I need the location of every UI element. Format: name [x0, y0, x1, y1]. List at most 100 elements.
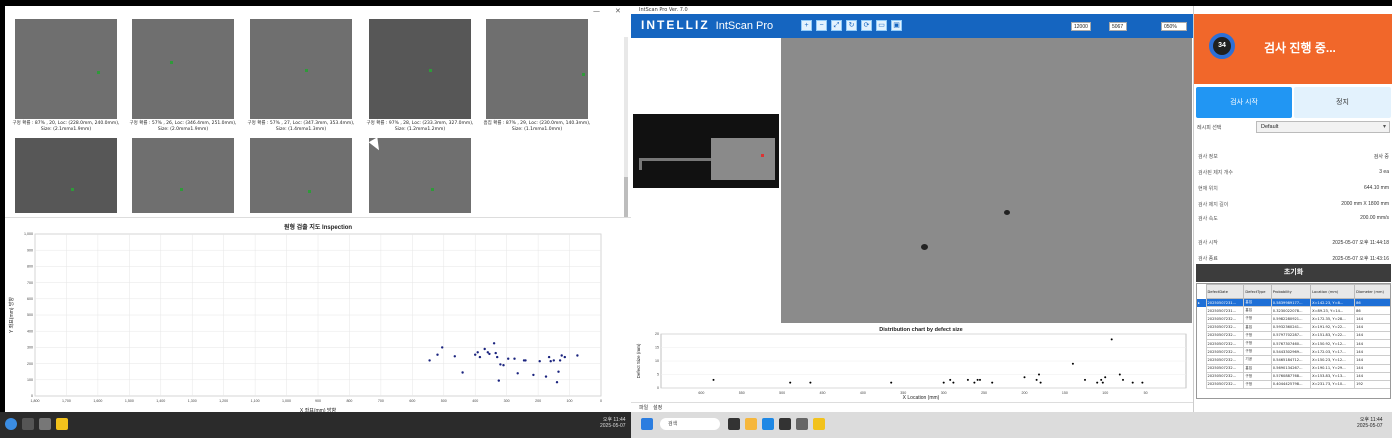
height-field[interactable]: 5067 — [1109, 22, 1127, 31]
defect-thumbnail[interactable] — [132, 138, 234, 213]
column-header[interactable]: Probability — [1270, 284, 1312, 299]
table-row[interactable]: 20250507232... 구멍 0.5443302969... X=172.03,… — [1197, 347, 1390, 357]
column-header[interactable]: Location (mm) — [1310, 284, 1356, 299]
zoom-out-icon[interactable]: − — [816, 20, 827, 31]
table-cell: 144 — [1354, 355, 1390, 365]
table-row[interactable]: 20250507232... 기공 0.5465184712... X=150.23,… — [1197, 355, 1390, 365]
column-header[interactable]: Diameter (mm) — [1354, 284, 1390, 299]
table-row[interactable]: 20250507232... 흠집 0.5690134267... X=190.11,… — [1197, 363, 1390, 373]
windows-start-icon[interactable] — [641, 418, 653, 430]
gallery-scrollbar[interactable] — [624, 37, 628, 222]
rotate-icon[interactable]: ↻ — [846, 20, 857, 31]
app-icon[interactable] — [796, 418, 808, 430]
table-row[interactable]: 20250507232... 구멍 0.5767307460... X=150.92,… — [1197, 338, 1390, 349]
row-indicator-header — [1197, 284, 1206, 299]
start-inspection-button[interactable]: 검사 시작 — [1196, 87, 1292, 118]
table-cell: 20250507232... — [1205, 322, 1245, 332]
scan-image-viewer[interactable] — [781, 38, 1192, 323]
table-row[interactable]: 20250507232... 구멍 0.4044425798... X=231.73,… — [1197, 379, 1390, 390]
defect-thumbnail[interactable] — [486, 19, 588, 119]
data-point — [478, 355, 482, 359]
stop-button[interactable]: 정지 — [1294, 87, 1391, 118]
info-key: 검사 시작 — [1198, 240, 1218, 246]
thumbnail-caption: 구멍 확률 : 57% , 26, Loc: (346.4mm, 251.0mm… — [129, 121, 237, 132]
x-tick-label: 100 — [1102, 391, 1108, 395]
data-point — [436, 353, 439, 356]
table-row[interactable]: 20250507232... 구멍 0.5982280921... X=172.35,… — [1197, 314, 1390, 324]
star-app-icon[interactable] — [56, 418, 68, 430]
row-indicator: ▸ — [1197, 298, 1206, 307]
minimize-button[interactable]: — — [593, 7, 600, 15]
defect-marker — [431, 188, 434, 191]
width-field[interactable]: 12000 — [1071, 22, 1091, 31]
table-cell: 20250507232... — [1205, 371, 1245, 381]
data-point — [809, 381, 812, 384]
table-cell: X=153.83, Y=13... — [1310, 371, 1356, 381]
table-row[interactable]: 20250507232... 흠집 0.5932360241... X=191.92,… — [1197, 322, 1390, 332]
table-row[interactable]: 20250507231... 흠집 0.3230022078... X=89.23, … — [1197, 306, 1390, 316]
app-icon[interactable] — [22, 418, 34, 430]
start-icon[interactable] — [5, 418, 17, 430]
column-header[interactable]: DefectDate — [1205, 284, 1245, 299]
browser-icon[interactable] — [762, 418, 774, 430]
clock-date: 2025-05-07 — [600, 423, 626, 429]
data-point — [1118, 373, 1121, 376]
table-row[interactable]: 20250507232... 구멍 0.5797702287... X=151.83,… — [1197, 330, 1390, 340]
chart-title: 원형 검출 지도 Inspection — [284, 223, 352, 231]
data-point — [461, 371, 464, 374]
star-app-icon[interactable] — [813, 418, 825, 430]
table-row[interactable]: ▸ 20250507231... 흠집 0.5839989177... X=142.23… — [1197, 297, 1390, 308]
defect-thumbnail[interactable] — [369, 138, 471, 213]
recipe-select[interactable]: Default ▾ — [1256, 121, 1390, 133]
y-tick-label: 600 — [27, 297, 33, 301]
defect-thumbnail[interactable] — [250, 19, 352, 119]
defect-thumbnail[interactable] — [132, 19, 234, 119]
zoom-select[interactable]: 050% — [1161, 22, 1187, 31]
app-icon[interactable] — [39, 418, 51, 430]
data-point — [1035, 378, 1038, 381]
tab-file[interactable]: 파일 — [639, 404, 648, 411]
table-cell: 0.5760887768... — [1270, 371, 1312, 381]
x-tick-label: 550 — [739, 391, 745, 395]
image-icon[interactable]: ▣ — [891, 20, 902, 31]
x-tick-label: 1,600 — [93, 399, 102, 403]
crop-icon[interactable]: ▭ — [876, 20, 887, 31]
y-tick-label: 900 — [27, 248, 33, 252]
taskview-icon[interactable] — [728, 418, 740, 430]
fit-screen-icon[interactable]: ⤢ — [831, 20, 842, 31]
reset-button[interactable]: 초기화 — [1196, 264, 1391, 282]
data-point — [1100, 378, 1103, 381]
zoom-in-icon[interactable]: + — [801, 20, 812, 31]
defect-marker — [180, 188, 183, 191]
defect-thumbnail[interactable] — [369, 19, 471, 119]
cable — [639, 158, 711, 161]
tab-settings[interactable]: 설정 — [653, 404, 662, 411]
column-header[interactable]: DefectType — [1243, 284, 1272, 299]
scrollbar-thumb[interactable] — [624, 177, 628, 222]
row-indicator — [1197, 314, 1206, 324]
table-cell: 20250507232... — [1205, 363, 1245, 373]
table-cell: 20250507231... — [1205, 306, 1245, 316]
data-point — [544, 375, 548, 378]
defect-thumbnail[interactable] — [15, 138, 117, 213]
table-cell: X=231.73, Y=10... — [1310, 379, 1356, 390]
x-tick-label: 450 — [820, 391, 826, 395]
info-key: 검사 종료 — [1198, 256, 1218, 262]
x-tick-label: 1,400 — [156, 399, 165, 403]
status-text: 검사 진행 중... — [1264, 41, 1336, 55]
app-icon[interactable] — [779, 418, 791, 430]
defect-thumbnail[interactable] — [250, 138, 352, 213]
data-point — [560, 354, 563, 357]
close-button[interactable]: ✕ — [615, 7, 621, 15]
info-row: 검사된 제지 개수 3 ea — [1194, 168, 1392, 177]
table-row[interactable]: 20250507232... 구멍 0.5760887768... X=153.83,… — [1197, 371, 1390, 381]
table-cell: X=89.23, Y=14... — [1310, 306, 1356, 316]
refresh-icon[interactable]: ⟳ — [861, 20, 872, 31]
explorer-icon[interactable] — [745, 418, 757, 430]
progress-ring: 34 — [1209, 33, 1235, 59]
data-point — [496, 355, 499, 359]
defect-thumbnail[interactable] — [15, 19, 117, 119]
taskbar-search[interactable]: 검색 — [660, 418, 720, 430]
table-cell: 20250507232... — [1205, 314, 1245, 324]
y-tick-label: 5 — [657, 373, 659, 377]
